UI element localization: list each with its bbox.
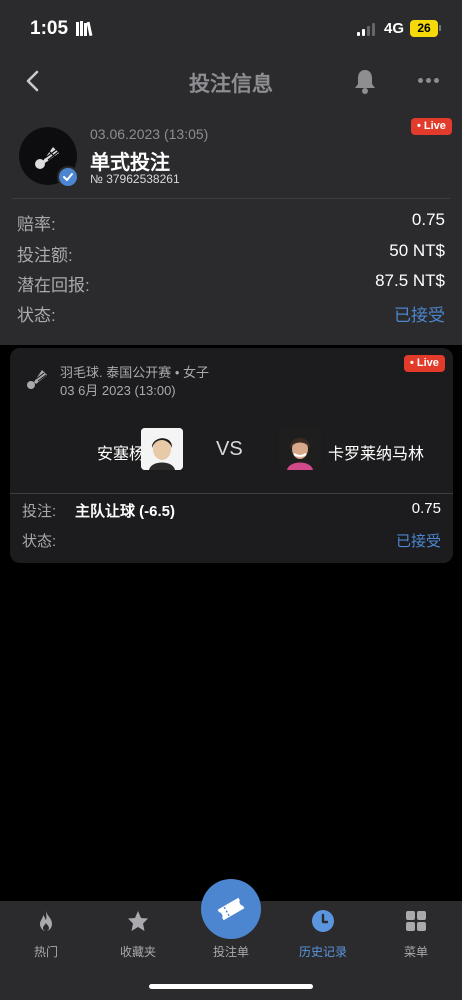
live-badge: • Live <box>411 118 452 135</box>
divider <box>12 198 450 199</box>
vs-label: VS <box>216 438 243 460</box>
live-badge: • Live <box>404 355 445 372</box>
network-label: 4G <box>384 20 405 37</box>
stake-row: 投注额: 50 NT$ <box>17 241 445 267</box>
status-time: 1:05 <box>30 18 69 39</box>
bet-type: 单式投注 <box>90 152 170 174</box>
tab-hot[interactable]: 热门 <box>0 901 92 971</box>
battery-icon: 26 <box>410 20 438 37</box>
odds-label: 赔率: <box>17 215 56 234</box>
clock-icon <box>312 910 334 932</box>
grid-icon <box>406 911 426 931</box>
odds-row: 赔率: 0.75 <box>17 210 445 236</box>
more-options-icon[interactable] <box>414 68 444 92</box>
potential-return-value: 87.5 NT$ <box>375 271 445 290</box>
event-status-label: 状态: <box>22 533 57 550</box>
bet-label: 投注: <box>22 503 57 520</box>
away-team-name: 卡罗莱纳马林 <box>328 446 425 463</box>
betslip-button[interactable] <box>201 879 261 939</box>
event-status-row: 状态: 已接受 <box>22 530 441 554</box>
stake-label: 投注额: <box>17 246 73 265</box>
tab-menu[interactable]: 菜单 <box>370 901 462 971</box>
home-player-photo <box>141 428 183 470</box>
status-label: 状态: <box>17 306 56 325</box>
potential-return-label: 潜在回报: <box>17 276 90 295</box>
odds-value: 0.75 <box>411 210 445 229</box>
bet-market: 主队让球 (-6.5) <box>75 503 176 520</box>
divider <box>10 493 453 494</box>
signal-icon <box>357 22 377 36</box>
event-league: 羽毛球. 泰国公开赛 • 女子 <box>60 365 209 380</box>
page-title: 投注信息 <box>189 73 273 96</box>
tab-label: 收藏夹 <box>119 945 156 959</box>
nav-bar: 投注信息 <box>0 58 462 104</box>
books-icon <box>76 21 93 36</box>
bet-odds: 0.75 <box>411 500 441 517</box>
badminton-icon <box>27 370 47 389</box>
check-icon <box>57 166 79 188</box>
battery-tip <box>439 25 441 31</box>
home-team-name: 安塞杨 <box>96 446 145 463</box>
fire-icon <box>40 911 52 931</box>
stake-value: 50 NT$ <box>389 241 445 260</box>
ticket-icon <box>217 897 245 921</box>
tab-label: 热门 <box>33 945 58 959</box>
star-icon <box>128 911 148 931</box>
event-date: 03 6月 2023 (13:00) <box>60 383 176 398</box>
bet-selection-row: 投注: 主队让球 (-6.5) 0.75 <box>22 500 441 524</box>
bet-number: № 37962538261 <box>90 172 180 186</box>
status-value: 已接受 <box>394 306 445 325</box>
back-chevron-icon[interactable] <box>18 66 48 96</box>
tab-label: 菜单 <box>403 945 428 959</box>
bell-icon[interactable] <box>350 66 380 96</box>
event-card[interactable]: 羽毛球. 泰国公开赛 • 女子 03 6月 2023 (13:00) • Liv… <box>10 348 453 563</box>
event-status-value: 已接受 <box>395 533 441 550</box>
home-indicator <box>149 984 313 989</box>
away-player-photo <box>279 428 321 470</box>
bet-date: 03.06.2023 (13:05) <box>90 126 209 142</box>
status-bar: 1:05 4G 26 <box>0 0 462 58</box>
tab-history[interactable]: 历史记录 <box>277 901 369 971</box>
tab-label: 投注单 <box>212 945 249 959</box>
tab-favorites[interactable]: 收藏夹 <box>92 901 184 971</box>
tab-label: 历史记录 <box>298 945 347 959</box>
potential-return-row: 潜在回报: 87.5 NT$ <box>17 271 445 297</box>
status-row: 状态: 已接受 <box>17 301 445 327</box>
